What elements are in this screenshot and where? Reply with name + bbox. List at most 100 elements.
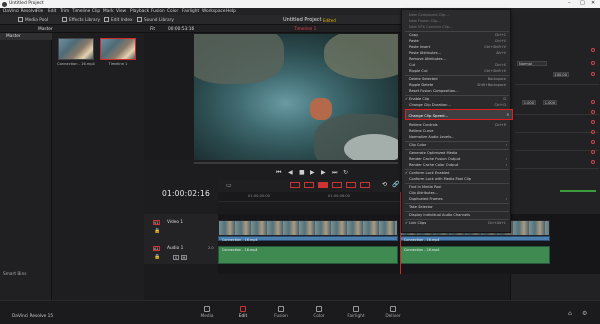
menu-item[interactable]: Paste Attributes... (409, 51, 441, 55)
menu-item[interactable]: New Compound Clip... (409, 13, 449, 17)
menu-item[interactable]: Ripple Cut (409, 69, 428, 73)
menu-item[interactable]: Remove Attributes... (409, 57, 446, 61)
deliver-page-icon[interactable] (390, 306, 396, 312)
reset-icon[interactable] (591, 72, 595, 76)
menu-item[interactable]: Display Individual Audio Channels (409, 213, 470, 217)
media-page-icon[interactable] (204, 306, 210, 312)
menu-item[interactable]: Paste (409, 39, 419, 43)
replace-clip-icon[interactable] (304, 182, 314, 188)
menu-item[interactable]: New Fusion Clip... (409, 19, 441, 23)
solo-button[interactable]: S (173, 255, 179, 260)
menu-item[interactable]: Copy (409, 33, 418, 37)
page-fairlight[interactable]: Fairlight (341, 314, 371, 319)
menu-item[interactable]: Retime Curve (409, 129, 433, 133)
go-to-end-icon[interactable]: ⏭ (332, 169, 337, 177)
menu-item[interactable]: Ripple Delete (409, 83, 433, 87)
timeline-view-icon[interactable]: ▭ (226, 182, 232, 189)
lock-icon[interactable]: 🔒 (154, 228, 160, 234)
menu-item[interactable]: Retime Controls (409, 123, 438, 127)
play-icon[interactable]: ▶ (310, 169, 315, 176)
color-page-icon[interactable] (316, 306, 322, 312)
reset-icon[interactable] (591, 110, 595, 114)
timeline-name[interactable]: Timeline 1 (294, 27, 316, 32)
fairlight-page-icon[interactable] (353, 306, 359, 312)
menu-playback[interactable]: Playback (130, 9, 149, 14)
menu-item[interactable]: Enable Clip (409, 97, 429, 101)
step-back-icon[interactable]: ◀ (288, 169, 293, 176)
menu-trim[interactable]: Trim (60, 9, 69, 14)
fit-selector[interactable]: Fit (150, 27, 155, 32)
media-thumb-clip[interactable] (58, 38, 94, 60)
menu-color[interactable]: Color (167, 9, 178, 14)
append-icon[interactable] (360, 182, 370, 188)
reset-icon[interactable] (591, 160, 595, 164)
menu-item[interactable]: Change Clip Duration... (409, 103, 451, 107)
place-on-top-icon[interactable] (346, 182, 356, 188)
reset-icon[interactable] (591, 150, 595, 154)
menu-item[interactable]: Duplicated Frames (409, 197, 443, 201)
menu-item[interactable]: Generate Optimized Media (409, 151, 457, 155)
edit-page-icon[interactable] (240, 306, 246, 312)
menu-mark[interactable]: Mark (103, 9, 114, 14)
reset-icon[interactable] (591, 120, 595, 124)
sound-library-button[interactable]: Sound Library (137, 17, 174, 23)
menu-item[interactable]: Conform Lock with Media Pool Clip (409, 177, 471, 181)
menu-edit[interactable]: Edit (48, 9, 56, 14)
menu-item[interactable]: Cut (409, 63, 415, 67)
menu-fairlight[interactable]: Fairlight (182, 9, 199, 14)
menu-item[interactable]: Find In Media Pool (409, 185, 441, 189)
minimize-button[interactable]: – (568, 0, 571, 6)
menu-file[interactable]: File (36, 9, 43, 14)
menu-item[interactable]: Take Selector (409, 205, 433, 209)
mute-button[interactable]: M (181, 255, 187, 260)
smart-bins-label[interactable]: Smart Bins (3, 272, 26, 277)
menu-item[interactable]: Link Clips (409, 221, 426, 225)
composite-mode[interactable]: Normal (517, 61, 547, 66)
menu-item[interactable]: Reset Fusion Composition... (409, 89, 459, 93)
viewer-frame[interactable] (194, 34, 398, 160)
opacity-value[interactable]: 100.00 (553, 72, 569, 77)
menu-item[interactable]: Paste Insert (409, 45, 430, 49)
home-icon[interactable]: ⌂ (568, 310, 572, 317)
snapping-icon[interactable]: ⟲ (382, 181, 387, 188)
reset-icon[interactable] (591, 100, 595, 104)
reset-icon[interactable] (591, 130, 595, 134)
reset-icon[interactable] (591, 48, 595, 52)
menu-fusion[interactable]: Fusion (151, 9, 165, 14)
video-clip-1[interactable] (218, 220, 398, 236)
stop-icon[interactable]: ■ (299, 169, 305, 176)
menu-workspace[interactable]: Workspace (202, 9, 226, 14)
effects-library-button[interactable]: Effects Library (62, 17, 100, 23)
insert-clip-icon[interactable] (318, 182, 328, 188)
menu-help[interactable]: Help (226, 9, 236, 14)
lock-icon[interactable]: 🔒 (154, 254, 160, 260)
close-button[interactable]: ✕ (591, 0, 595, 6)
linked-selection-icon[interactable]: 🔗 (392, 181, 399, 188)
video-clip-2-label[interactable]: Connection - 16.mp4 (400, 236, 550, 242)
page-media[interactable]: Media (192, 314, 222, 319)
audio-clip-2[interactable]: Connection - 16.mp4 (400, 246, 550, 264)
media-pool-button[interactable]: Media Pool (18, 17, 48, 23)
menu-item[interactable]: Clip Color (409, 143, 426, 147)
edit-index-button[interactable]: Edit Index (104, 17, 133, 23)
menu-item[interactable]: New VFX Connect Clip... (409, 25, 452, 29)
master-bin[interactable]: Master (0, 33, 52, 40)
audio-clip-1[interactable]: Connection - 16.mp4 (218, 246, 398, 264)
fusion-page-icon[interactable] (278, 306, 284, 312)
settings-icon[interactable]: ⚙ (582, 310, 587, 317)
reset-icon[interactable] (591, 61, 595, 65)
track-name-video-1[interactable]: Video 1 (167, 220, 183, 225)
menu-view[interactable]: View (116, 9, 126, 14)
page-edit[interactable]: Edit (228, 314, 258, 319)
step-forward-icon[interactable]: ▶ (321, 169, 326, 176)
reset-icon[interactable] (591, 140, 595, 144)
menu-item[interactable]: Delete Selected (409, 77, 438, 81)
viewer-scrubber[interactable] (194, 162, 398, 164)
track-name-audio-1[interactable]: Audio 1 (167, 246, 183, 251)
menu-clip[interactable]: Clip (92, 9, 100, 14)
menu-item[interactable]: Normalize Audio Levels... (409, 135, 454, 139)
menu-item[interactable]: Render Cache Fusion Output (409, 157, 460, 161)
menu-item-change-clip-speed[interactable]: Change Clip Speed... R (405, 109, 513, 120)
loop-icon[interactable]: ↻ (343, 169, 348, 176)
page-color[interactable]: Color (304, 314, 334, 319)
